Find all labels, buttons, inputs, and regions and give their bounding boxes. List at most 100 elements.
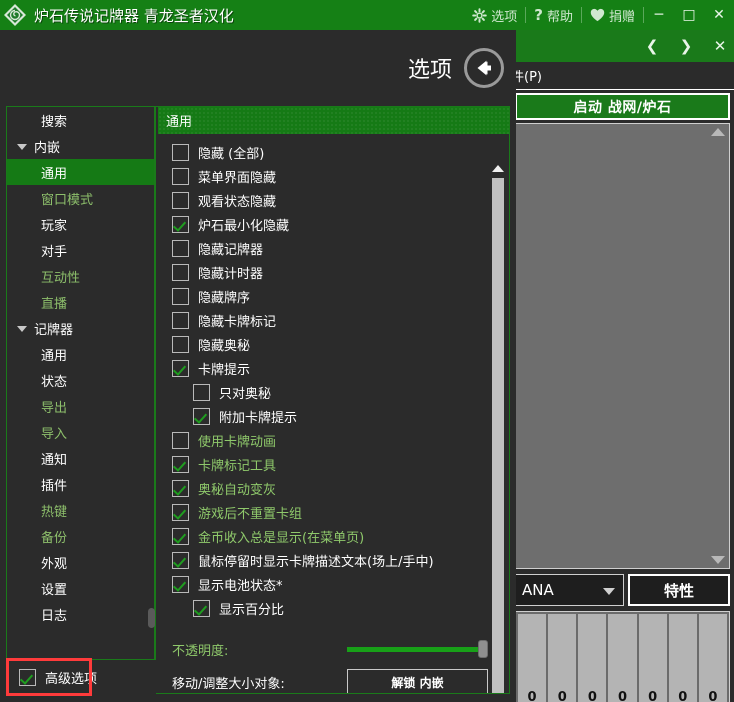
sidebar-item-label: 内嵌 [34,140,61,156]
option-row-8[interactable]: 隐藏奥秘 [158,332,488,356]
sidebar-item-3[interactable]: 窗口模式 [7,185,154,211]
option-row-19[interactable]: 显示百分比 [158,596,488,620]
prev-arrow-icon[interactable]: ❮ [642,38,662,54]
titlebar-donate-button[interactable]: 捐赠 [582,0,643,30]
sidebar-item-8[interactable]: 记牌器 [7,315,154,341]
sidebar-item-14[interactable]: 插件 [7,471,154,497]
sidebar-item-18[interactable]: 设置 [7,575,154,601]
option-row-5[interactable]: 隐藏计时器 [158,260,488,284]
option-row-9[interactable]: 卡牌提示 [158,356,488,380]
sidebar-item-9[interactable]: 通用 [7,341,154,367]
listbox-scroll-down-icon[interactable] [711,556,725,564]
listbox-scroll-up-icon[interactable] [711,128,725,136]
option-checkbox-8[interactable] [172,335,189,353]
option-checkbox-3[interactable] [172,215,189,233]
sidebar-item-15[interactable]: 热键 [7,497,154,523]
option-row-16[interactable]: 金币收入总是显示(在菜单页) [158,524,488,548]
maximize-icon[interactable]: □ [674,0,704,30]
option-checkbox-13[interactable] [172,455,189,473]
option-checkbox-0[interactable] [172,143,189,161]
launch-battlenet-button[interactable]: 启动 战网/炉石 [515,93,730,120]
option-row-1[interactable]: 菜单界面隐藏 [158,164,488,188]
option-checkbox-19[interactable] [193,599,210,617]
scroll-up-arrow[interactable] [491,162,505,175]
scrollbar-thumb[interactable] [492,178,504,693]
mana-bar-3: 0 [608,614,637,702]
option-row-10[interactable]: 只对奥秘 [158,380,488,404]
titlebar-help-label: 帮助 [546,9,573,25]
option-row-7[interactable]: 隐藏卡牌标记 [158,308,488,332]
option-checkbox-15[interactable] [172,503,189,521]
option-row-11[interactable]: 附加卡牌提示 [158,404,488,428]
option-checkbox-12[interactable] [172,431,189,449]
sidebar-item-16[interactable]: 备份 [7,523,154,549]
option-checkbox-14[interactable] [172,479,189,497]
option-checkbox-17[interactable] [172,551,189,569]
titlebar-options-button[interactable]: 选项 [464,0,525,30]
chevron-down-icon[interactable] [17,326,27,332]
option-row-17[interactable]: 鼠标停留时显示卡牌描述文本(场上/手中) [158,548,488,572]
tab-general[interactable]: 通用 [166,111,192,130]
back-arrow-icon[interactable] [464,48,504,88]
minimize-icon[interactable]: ─ [644,0,674,30]
option-label-19: 显示百分比 [219,602,285,618]
option-row-3[interactable]: 炉石最小化隐藏 [158,212,488,236]
sidebar-item-5[interactable]: 对手 [7,237,154,263]
option-row-14[interactable]: 奥秘自动变灰 [158,476,488,500]
feature-button[interactable]: 特性 [628,574,730,606]
option-row-6[interactable]: 隐藏牌序 [158,284,488,308]
sidebar-scroll-nub[interactable] [148,608,155,628]
sidebar-item-12[interactable]: 导入 [7,419,154,445]
options-scrollbar[interactable] [491,162,505,693]
sidebar-item-label: 外观 [41,556,68,572]
background-menubar[interactable]: 件(P) [507,62,734,90]
option-label-0: 隐藏 (全部) [198,146,265,162]
option-checkbox-11[interactable] [193,407,210,425]
option-row-4[interactable]: 隐藏记牌器 [158,236,488,260]
sidebar-item-11[interactable]: 导出 [7,393,154,419]
option-row-0[interactable]: 隐藏 (全部) [158,140,488,164]
option-checkbox-18[interactable] [172,575,189,593]
sidebar-item-10[interactable]: 状态 [7,367,154,393]
option-row-15[interactable]: 游戏后不重置卡组 [158,500,488,524]
advanced-options-row[interactable]: 高级选项 [7,659,156,695]
option-checkbox-16[interactable] [172,527,189,545]
deck-listbox[interactable] [515,123,730,569]
close-icon[interactable]: ✕ [710,38,730,54]
option-checkbox-10[interactable] [193,383,210,401]
mana-bar-value: 0 [617,690,628,702]
sidebar-item-label: 热键 [41,504,68,520]
option-checkbox-4[interactable] [172,239,189,257]
sidebar-item-6[interactable]: 互动性 [7,263,154,289]
option-checkbox-7[interactable] [172,311,189,329]
opacity-slider-thumb[interactable] [478,640,488,658]
mana-bar-value: 0 [678,690,688,702]
option-checkbox-5[interactable] [172,263,189,281]
sidebar-item-0[interactable]: 搜索 [7,107,154,133]
titlebar-help-button[interactable]: ? 帮助 [526,0,581,30]
sidebar-item-4[interactable]: 玩家 [7,211,154,237]
option-row-2[interactable]: 观看状态隐藏 [158,188,488,212]
sidebar-item-2[interactable]: 通用 [7,159,154,185]
option-checkbox-1[interactable] [172,167,189,185]
mana-bar-value: 0 [557,690,567,702]
sidebar-item-17[interactable]: 外观 [7,549,154,575]
sidebar-item-19[interactable]: 日志 [7,601,154,627]
option-checkbox-2[interactable] [172,191,189,209]
option-row-18[interactable]: 显示电池状态* [158,572,488,596]
sidebar-item-7[interactable]: 直播 [7,289,154,315]
opacity-slider[interactable] [347,638,488,660]
option-row-12[interactable]: 使用卡牌动画 [158,428,488,452]
advanced-options-checkbox[interactable] [19,669,36,686]
sidebar-item-label: 对手 [41,244,68,260]
option-checkbox-9[interactable] [172,359,189,377]
class-filter-combo[interactable]: ANA [515,574,624,606]
option-checkbox-6[interactable] [172,287,189,305]
sidebar-item-1[interactable]: 内嵌 [7,133,154,159]
next-arrow-icon[interactable]: ❯ [676,38,696,54]
option-row-13[interactable]: 卡牌标记工具 [158,452,488,476]
sidebar-item-13[interactable]: 通知 [7,445,154,471]
unlock-overlay-button[interactable]: 解锁 内嵌 [347,669,488,693]
chevron-down-icon[interactable] [17,144,27,150]
close-icon[interactable]: ✕ [704,0,734,30]
